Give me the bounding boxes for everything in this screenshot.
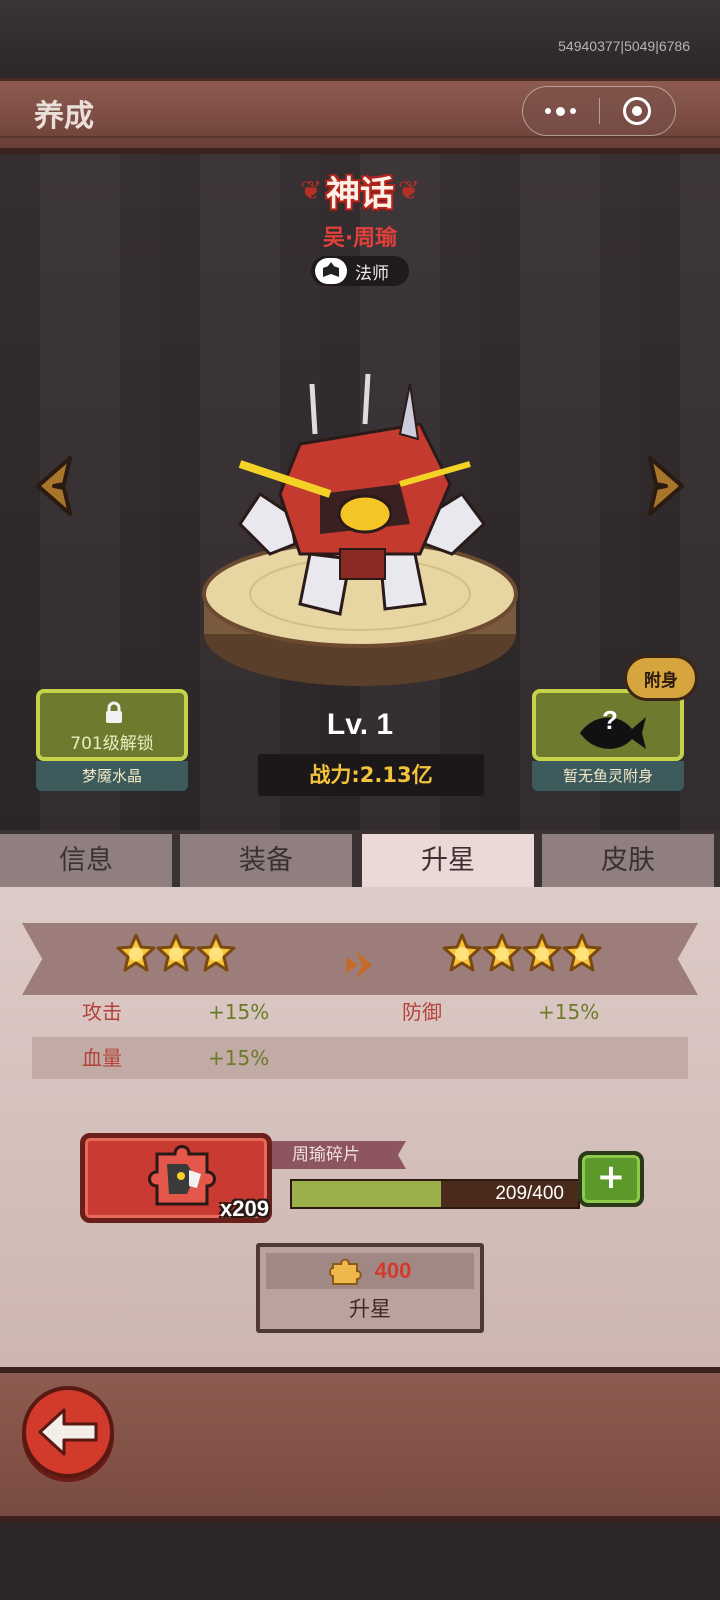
upgrade-cost: 400: [374, 1258, 412, 1283]
star-up-panel: 攻击 +15% 防御 +15% 血量 +15% x209 周瑜碎片 209/40…: [0, 887, 720, 1367]
plus-icon: +: [596, 1157, 626, 1197]
defense-value: +15%: [538, 1000, 600, 1024]
cost-bar: 400: [266, 1253, 474, 1289]
tab-bar: 信息 装备 升星 皮肤: [0, 830, 720, 887]
hero-name: 吴·周瑜: [322, 226, 398, 251]
fragment-progress-text: 209/400: [495, 1183, 564, 1204]
status-area: 54940377|5049|6786: [0, 0, 720, 80]
hero-level: Lv. 1: [326, 708, 394, 741]
prev-hero-arrow-icon[interactable]: [30, 454, 78, 518]
star-icon: [522, 933, 562, 973]
hp-label: 血量: [82, 1046, 122, 1070]
class-pill: 法师: [311, 256, 409, 286]
mage-book-icon: [315, 258, 347, 284]
tab-info[interactable]: 信息: [0, 834, 172, 887]
hp-value: +15%: [208, 1046, 270, 1070]
add-fragment-button[interactable]: +: [578, 1151, 644, 1207]
fragment-progress-bar: 209/400: [290, 1179, 580, 1209]
attach-badge-label: 附身: [624, 655, 698, 701]
class-label: 法师: [355, 263, 389, 284]
combat-power: 战力:2.13亿: [258, 754, 484, 796]
star-icon: [562, 933, 602, 973]
back-button[interactable]: [18, 1384, 118, 1484]
attach-badge[interactable]: 附身: [624, 655, 698, 705]
tab-equipment[interactable]: 装备: [180, 834, 352, 887]
header-bar: 养成: [0, 78, 720, 154]
laurel-right-icon: ❦: [398, 175, 420, 206]
hero-model[interactable]: [200, 364, 520, 694]
fish-spirit-caption: 暂无鱼灵附身: [532, 761, 684, 791]
fragment-count: x209: [220, 1196, 269, 1221]
defense-label: 防御: [402, 1000, 442, 1024]
more-dots-icon: [545, 106, 577, 116]
tab-star-up[interactable]: 升星: [362, 834, 534, 887]
fragment-name: 周瑜碎片: [272, 1141, 406, 1169]
debug-id-text: 54940377|5049|6786: [558, 38, 690, 54]
star-icon: [116, 933, 156, 973]
next-stars: [442, 933, 602, 973]
tab-skin[interactable]: 皮肤: [542, 834, 714, 887]
next-hero-arrow-icon[interactable]: [642, 454, 690, 518]
rarity-badge: ❦ 神话 ❦: [300, 166, 420, 215]
fragment-card[interactable]: x209: [80, 1133, 272, 1223]
laurel-left-icon: ❦: [300, 175, 322, 206]
stat-row-hp: 血量 +15%: [32, 1037, 688, 1079]
upgrade-label: 升星: [349, 1297, 391, 1321]
stat-row-attack-defense: 攻击 +15% 防御 +15%: [32, 991, 688, 1033]
star-icon: [156, 933, 196, 973]
fragment-progress-fill: [292, 1181, 442, 1207]
more-button[interactable]: [523, 87, 599, 135]
attack-value: +15%: [208, 1000, 270, 1024]
hero-stage: ❦ 神话 ❦ 吴·周瑜 法师 701级解锁 梦魇水晶 ? 暂无鱼灵附身 附身 L…: [0, 154, 720, 830]
page-title: 养成: [34, 100, 94, 133]
star-icon: [442, 933, 482, 973]
star-icon: [482, 933, 522, 973]
rarity-text: 神话: [326, 174, 394, 214]
target-close-icon: [623, 97, 652, 125]
current-stars: [116, 933, 236, 973]
gold-puzzle-icon: [328, 1258, 362, 1285]
nightmare-crystal-caption: 梦魇水晶: [36, 761, 188, 791]
close-button[interactable]: [600, 87, 676, 135]
bottom-strip: [0, 1522, 720, 1600]
attack-label: 攻击: [82, 1000, 122, 1024]
upgrade-arrow-icon: [346, 951, 372, 979]
mini-program-capsule: [522, 86, 676, 136]
star-up-button[interactable]: 400 升星: [256, 1243, 484, 1333]
puzzle-fragment-icon: [148, 1145, 216, 1206]
star-icon: [196, 933, 236, 973]
